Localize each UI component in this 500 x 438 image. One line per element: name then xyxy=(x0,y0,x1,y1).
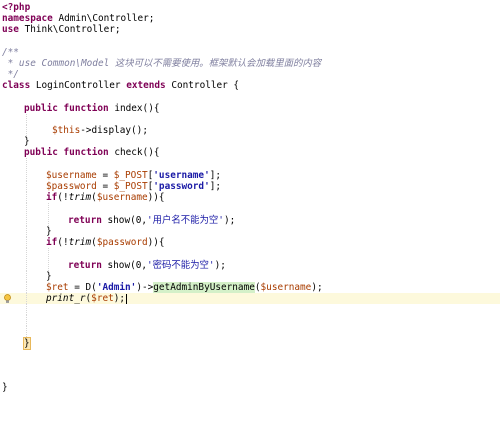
code-line-7: */ xyxy=(2,69,19,80)
code-line-16: $username = $_POST['username']; xyxy=(0,170,500,182)
code-line-22: if(!trim($password)){ xyxy=(0,237,500,249)
lightbulb-icon[interactable] xyxy=(4,293,11,304)
code-line-13: } xyxy=(24,136,30,147)
code-line-24: return show(0,'密码不能为空'); xyxy=(0,260,500,272)
code-line-25: } xyxy=(0,271,500,283)
code-line-30 xyxy=(0,326,500,338)
code-line-35: } xyxy=(2,382,8,393)
code-line-19 xyxy=(0,203,500,215)
code-line-3: use Think\Controller; xyxy=(2,24,121,35)
text-cursor xyxy=(126,293,128,304)
code-line-14: public function check(){ xyxy=(24,147,160,158)
code-line-29 xyxy=(0,315,500,327)
code-line-21: } xyxy=(0,226,500,238)
code-line-2: namespace Admin\Controller; xyxy=(2,13,155,24)
code-line-27-current[interactable]: print_r($ret); xyxy=(0,293,500,305)
code-line-31: } xyxy=(23,336,31,351)
code-line-18: if(!trim($username)){ xyxy=(0,192,500,204)
code-line-12: $this->display(); xyxy=(0,125,500,137)
code-line-20: return show(0,'用户名不能为空'); xyxy=(0,215,500,227)
code-editor[interactable]: <?php namespace Admin\Controller; use Th… xyxy=(0,0,500,438)
code-line-10: public function index(){ xyxy=(24,103,160,114)
code-line-26: $ret = D('Admin')->getAdminByUsername($u… xyxy=(0,282,500,294)
code-line-23 xyxy=(0,248,500,260)
code-line-15 xyxy=(0,158,500,170)
code-line-17: $password = $_POST['password']; xyxy=(0,181,500,193)
code-line-1: <?php xyxy=(2,2,31,13)
code-line-6: * use Common\Model 这块可以不需要使用。框架默认会加载里面的内… xyxy=(2,58,322,69)
code-line-28 xyxy=(0,304,500,316)
code-line-5: /** xyxy=(2,47,19,58)
code-line-11 xyxy=(0,114,500,126)
code-line-8: class LoginController extends Controller… xyxy=(2,80,240,91)
